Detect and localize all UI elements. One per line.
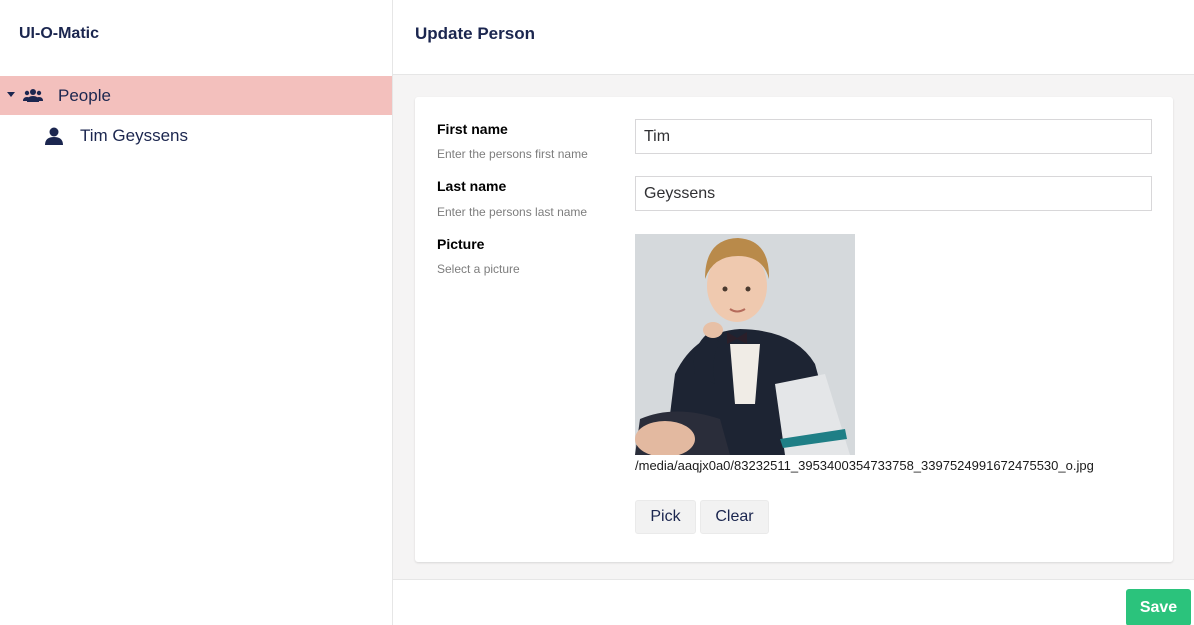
person-icon: [45, 127, 63, 145]
people-icon: [23, 89, 43, 102]
caret-down-icon[interactable]: [7, 92, 15, 97]
tree-item-label: People: [58, 86, 111, 105]
editor-header: Update Person: [393, 0, 1194, 75]
last-name-description: Enter the persons last name: [437, 205, 588, 219]
tree-item-person[interactable]: Tim Geyssens: [0, 117, 392, 155]
pick-button[interactable]: Pick: [635, 500, 696, 534]
save-button[interactable]: Save: [1126, 589, 1191, 625]
tree-item-people[interactable]: People: [0, 76, 392, 115]
first-name-description: Enter the persons first name: [437, 147, 588, 161]
picture-description: Select a picture: [437, 262, 520, 276]
last-name-label: Last name: [437, 178, 507, 194]
picture-path: /media/aaqjx0a0/83232511_395340035473375…: [635, 458, 1094, 473]
picture-label: Picture: [437, 236, 485, 252]
property-card: First name Enter the persons first name …: [415, 97, 1173, 562]
sidebar: UI-O-Matic People Tim Geyssens: [0, 0, 393, 625]
app-title: UI-O-Matic: [19, 25, 99, 42]
editor-footer: Save: [393, 579, 1194, 625]
first-name-label: First name: [437, 121, 508, 137]
picture-preview: [635, 234, 855, 455]
first-name-input[interactable]: [635, 119, 1152, 154]
last-name-input[interactable]: [635, 176, 1152, 211]
main-panel: Update Person First name Enter the perso…: [393, 0, 1194, 625]
page-title: Update Person: [415, 24, 535, 43]
clear-button[interactable]: Clear: [700, 500, 769, 534]
tree-item-label: Tim Geyssens: [80, 126, 189, 145]
